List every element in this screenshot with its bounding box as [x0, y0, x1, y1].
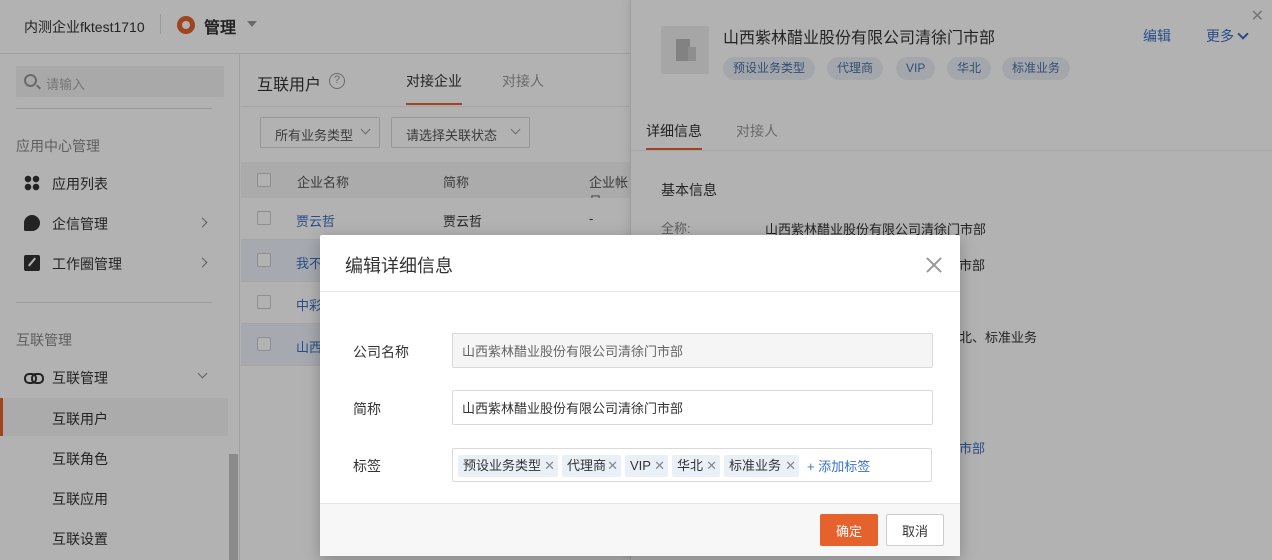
remove-tag-icon[interactable]: ✕ [785, 455, 796, 477]
short-name-label: 简称 [353, 401, 381, 417]
short-name-field[interactable] [452, 390, 933, 425]
tags-label: 标签 [353, 458, 381, 474]
tag-chip-label: VIP [630, 458, 651, 473]
company-name-field [452, 333, 933, 368]
dialog-footer: 确定 取消 [320, 503, 960, 556]
remove-tag-icon[interactable]: ✕ [544, 455, 555, 477]
edit-details-dialog: 编辑详细信息 公司名称 简称 标签 预设业务类型 ✕ 代理商 ✕ VIP ✕ 华… [320, 235, 960, 556]
tag-chip: 标准业务 ✕ [724, 455, 799, 477]
cancel-button[interactable]: 取消 [886, 514, 944, 546]
divider [320, 291, 960, 292]
close-icon[interactable] [922, 253, 946, 277]
confirm-button[interactable]: 确定 [820, 514, 878, 546]
tags-field[interactable]: 预设业务类型 ✕ 代理商 ✕ VIP ✕ 华北 ✕ 标准业务 ✕ + 添加标签 [452, 448, 932, 482]
tag-chip-label: 代理商 [567, 458, 607, 473]
tag-chip: 预设业务类型 ✕ [458, 455, 558, 477]
tag-chip: 华北 ✕ [672, 455, 720, 477]
remove-tag-icon[interactable]: ✕ [706, 455, 717, 477]
tag-chip: VIP ✕ [625, 455, 668, 477]
remove-tag-icon[interactable]: ✕ [607, 455, 618, 477]
add-tag-link[interactable]: + 添加标签 [807, 456, 870, 475]
tag-chip-label: 华北 [677, 458, 704, 473]
tag-chip: 代理商 ✕ [562, 455, 621, 477]
tag-chip-label: 标准业务 [729, 458, 782, 473]
tag-chip-label: 预设业务类型 [463, 458, 542, 473]
dialog-title: 编辑详细信息 [345, 256, 453, 276]
remove-tag-icon[interactable]: ✕ [654, 455, 665, 477]
company-name-label: 公司名称 [353, 344, 409, 360]
